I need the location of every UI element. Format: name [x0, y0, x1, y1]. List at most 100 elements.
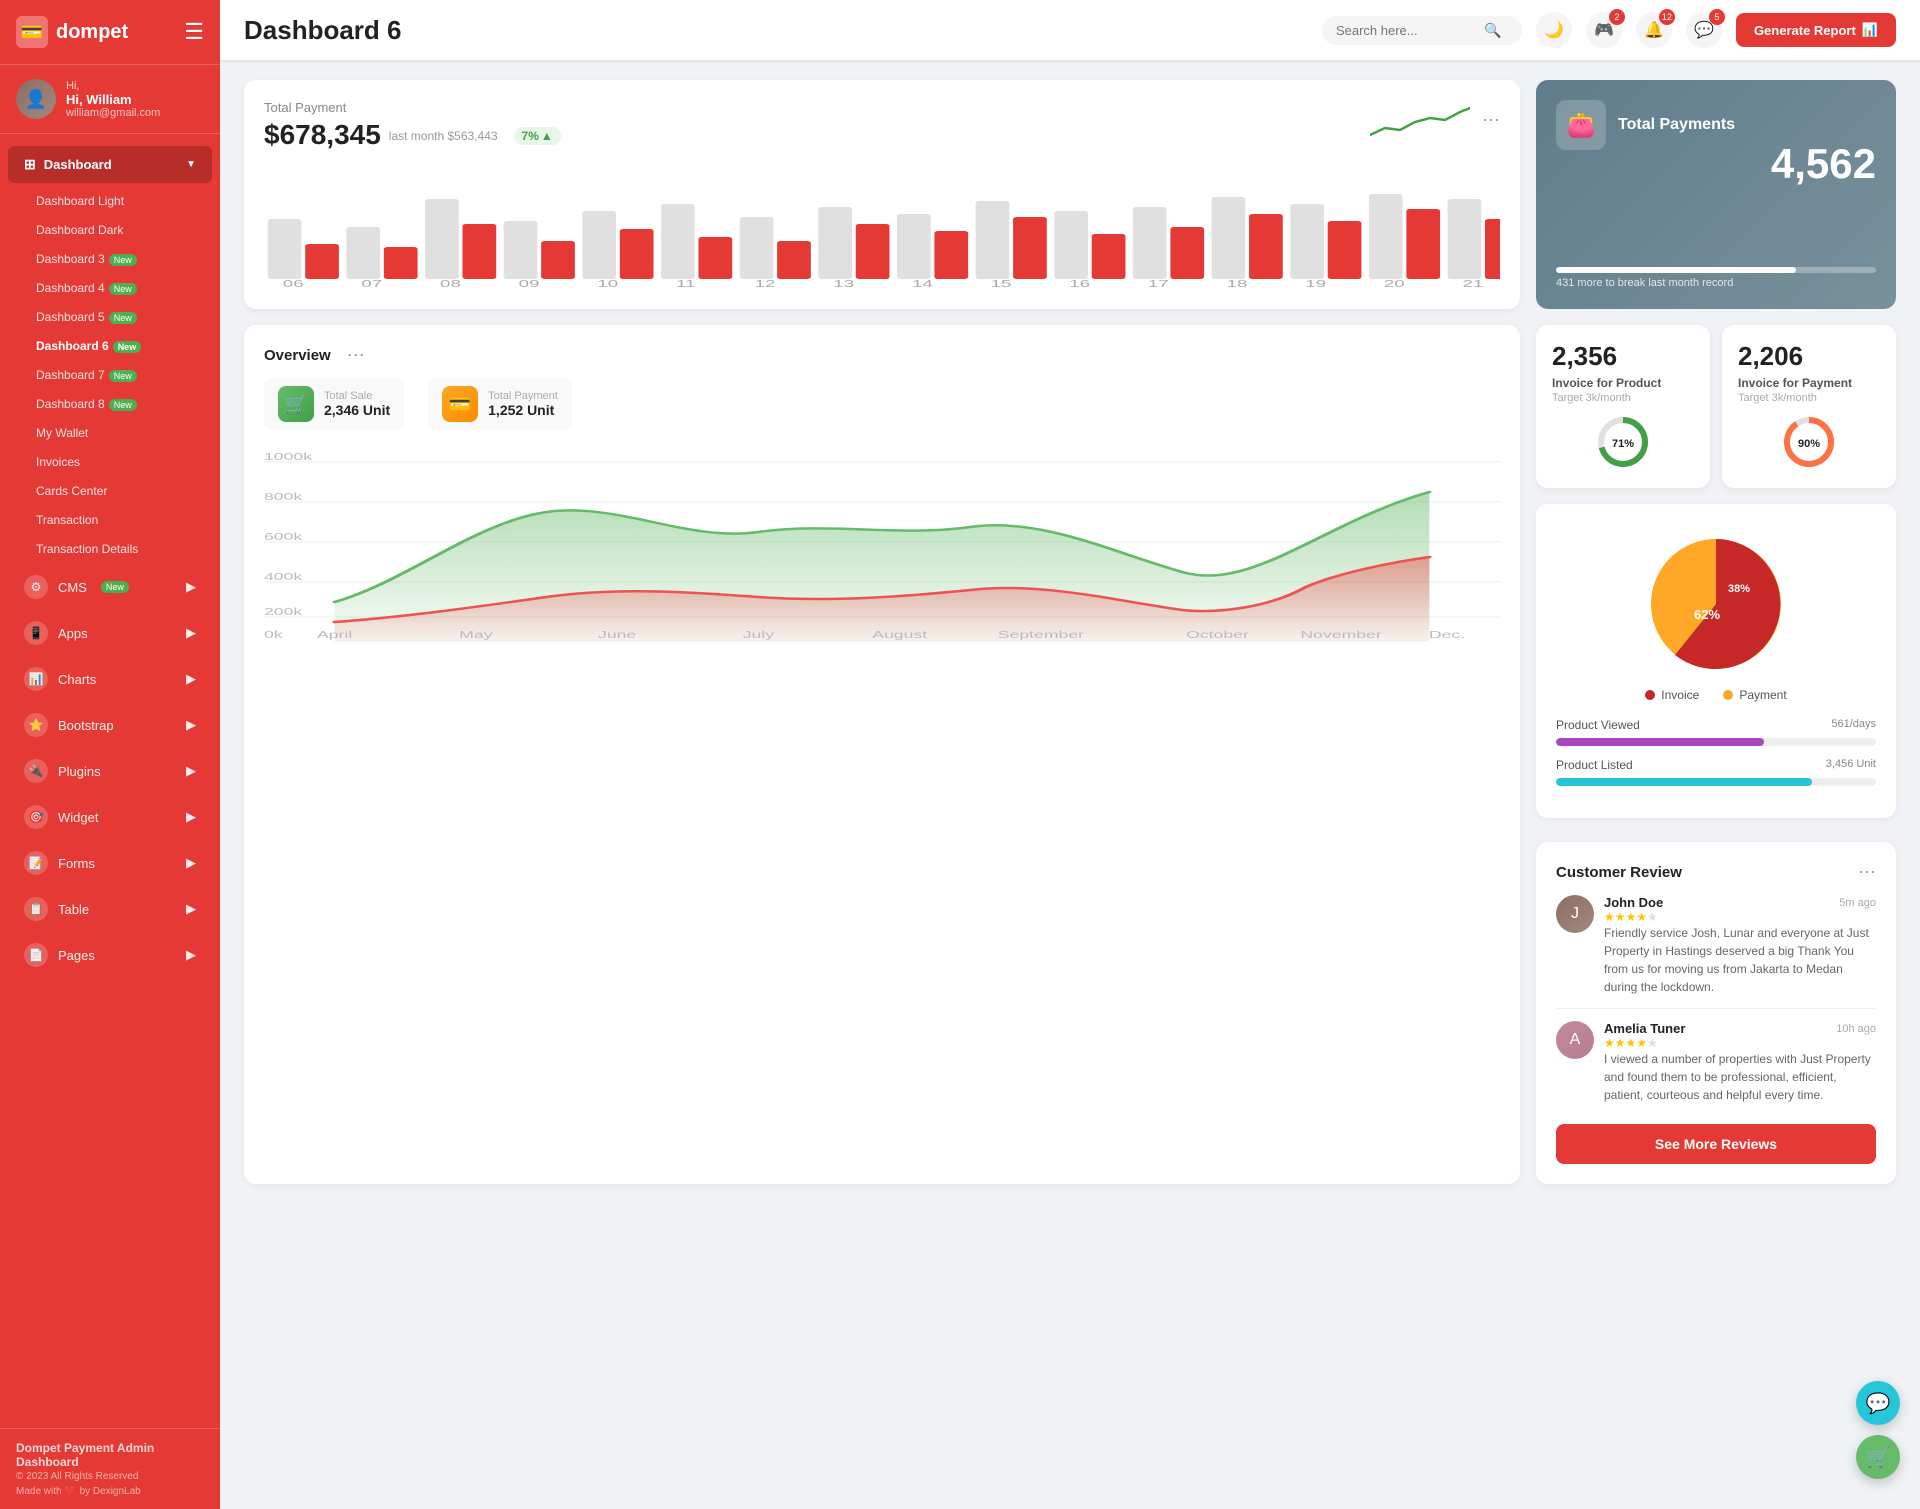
sidebar-item-transaction-details[interactable]: Transaction Details: [8, 535, 212, 563]
nav-item-table[interactable]: 📋 Table ▶: [8, 887, 212, 931]
sidebar-item-dashboard-5[interactable]: Dashboard 5New: [8, 303, 212, 331]
plugins-icon: 🔌: [24, 759, 48, 783]
invoice-payment-number: 2,206: [1738, 341, 1880, 372]
nav-item-cms[interactable]: ⚙ CMS New ▶: [8, 565, 212, 609]
total-payments-banner: 👛 Total Payments 4,562 431 more to break…: [1536, 80, 1896, 309]
amelia-stars: ★★★★★: [1604, 1036, 1876, 1050]
forms-icon: 📝: [24, 851, 48, 875]
svg-text:62%: 62%: [1694, 607, 1720, 622]
table-chevron: ▶: [186, 901, 196, 917]
total-sale-value: 2,346 Unit: [324, 402, 390, 418]
product-viewed-stat: Product Viewed 561/days: [1556, 718, 1876, 746]
user-email: william@gmail.com: [66, 107, 160, 119]
dashboard-chevron: ▼: [186, 159, 196, 170]
sidebar-item-dashboard-3[interactable]: Dashboard 3New: [8, 245, 212, 273]
nav-item-widget[interactable]: 🎯 Widget ▶: [8, 795, 212, 839]
svg-text:August: August: [872, 630, 927, 641]
payment-subtitle: last month $563,443: [389, 129, 498, 143]
svg-text:17: 17: [1148, 278, 1169, 289]
banner-big-number: 4,562: [1556, 140, 1876, 188]
review-title: Customer Review: [1556, 864, 1682, 881]
svg-text:November: November: [1300, 630, 1382, 641]
banner-progress-fill: [1556, 267, 1796, 273]
amelia-name: Amelia Tuner: [1604, 1021, 1685, 1036]
svg-text:200k: 200k: [264, 607, 303, 618]
svg-text:June: June: [598, 630, 636, 641]
invoice-product-label: Invoice for Product: [1552, 376, 1694, 390]
overview-title: Overview: [264, 347, 331, 364]
chat-float-button[interactable]: 💬: [1856, 1381, 1900, 1425]
sidebar-item-dashboard-7[interactable]: Dashboard 7New: [8, 361, 212, 389]
svg-text:18: 18: [1227, 278, 1248, 289]
nav-item-pages[interactable]: 📄 Pages ▶: [8, 933, 212, 977]
charts-chevron: ▶: [186, 671, 196, 687]
search-box[interactable]: 🔍: [1322, 16, 1522, 45]
product-listed-value: 3,456 Unit: [1826, 758, 1876, 772]
svg-text:14: 14: [912, 278, 933, 289]
sidebar-user: 👤 Hi, Hi, William william@gmail.com: [0, 65, 220, 134]
main: Dashboard 6 🔍 🌙 🎮 2 🔔 12 💬 5 Generate Re…: [220, 0, 1920, 1509]
area-chart: 1000k 800k 600k 400k 200k 0k April: [264, 442, 1500, 642]
svg-text:90%: 90%: [1798, 438, 1820, 450]
svg-text:600k: 600k: [264, 532, 303, 543]
john-name: John Doe: [1604, 895, 1663, 910]
nav-item-forms[interactable]: 📝 Forms ▶: [8, 841, 212, 885]
svg-text:October: October: [1186, 630, 1249, 641]
sidebar-item-invoices[interactable]: Invoices: [8, 448, 212, 476]
nav-item-bootstrap[interactable]: ⭐ Bootstrap ▶: [8, 703, 212, 747]
nav-section-dashboard[interactable]: ⊞ Dashboard ▼: [8, 146, 212, 183]
sidebar-item-dashboard-dark[interactable]: Dashboard Dark: [8, 216, 212, 244]
total-payment-title: Total Payment: [264, 100, 561, 115]
reviewer-amelia: A Amelia Tuner 10h ago ★★★★★ I viewed a …: [1556, 1021, 1876, 1104]
search-input[interactable]: [1336, 23, 1476, 38]
sidebar-item-dashboard-8[interactable]: Dashboard 8New: [8, 390, 212, 418]
nav-item-plugins[interactable]: 🔌 Plugins ▶: [8, 749, 212, 793]
svg-text:800k: 800k: [264, 492, 303, 503]
sidebar-item-my-wallet[interactable]: My Wallet: [8, 419, 212, 447]
sidebar-item-dashboard-6[interactable]: Dashboard 6New: [8, 332, 212, 360]
generate-report-button[interactable]: Generate Report 📊: [1736, 13, 1896, 47]
sidebar-item-dashboard-4[interactable]: Dashboard 4New: [8, 274, 212, 302]
table-icon: 📋: [24, 897, 48, 921]
svg-text:71%: 71%: [1612, 438, 1634, 450]
svg-text:08: 08: [440, 278, 461, 289]
overview-menu[interactable]: ⋯: [347, 345, 365, 366]
topbar-right: 🔍 🌙 🎮 2 🔔 12 💬 5 Generate Report 📊: [1322, 12, 1896, 48]
message-notification-button[interactable]: 💬 5: [1686, 12, 1722, 48]
invoices-row: 2,356 Invoice for Product Target 3k/mont…: [1536, 325, 1896, 488]
bar-chart: 06 07 08 09 10 11 12 13 14 15 16 17 18 1…: [264, 169, 1500, 289]
trend-badge: 7% ▲: [514, 127, 561, 145]
bootstrap-icon: ⭐: [24, 713, 48, 737]
apps-icon: 📱: [24, 621, 48, 645]
pages-icon: 📄: [24, 943, 48, 967]
pie-chart: 62% 38%: [1626, 524, 1806, 684]
hamburger-button[interactable]: ☰: [184, 19, 204, 45]
bar-chart-container: 06 07 08 09 10 11 12 13 14 15 16 17 18 1…: [264, 169, 1500, 289]
sidebar-item-cards-center[interactable]: Cards Center: [8, 477, 212, 505]
svg-text:19: 19: [1305, 278, 1326, 289]
theme-toggle-button[interactable]: 🌙: [1536, 12, 1572, 48]
sidebar: 💳 dompet ☰ 👤 Hi, Hi, William william@gma…: [0, 0, 220, 1509]
app-name: dompet: [56, 21, 128, 44]
svg-text:May: May: [459, 630, 493, 641]
games-notification-button[interactable]: 🎮 2: [1586, 12, 1622, 48]
cart-float-button[interactable]: 🛒: [1856, 1435, 1900, 1479]
invoice-payment-card: 2,206 Invoice for Payment Target 3k/mont…: [1722, 325, 1896, 488]
invoice-payment-label: Invoice for Payment: [1738, 376, 1880, 390]
grid-layout: Total Payment $678,345 last month $563,4…: [244, 80, 1896, 1184]
svg-text:400k: 400k: [264, 572, 303, 583]
total-payment-menu[interactable]: ⋯: [1482, 110, 1500, 131]
sidebar-logo: 💳 dompet: [16, 16, 128, 48]
bell-notification-button[interactable]: 🔔 12: [1636, 12, 1672, 48]
see-more-reviews-button[interactable]: See More Reviews: [1556, 1124, 1876, 1164]
wallet-logo-icon: 💳: [16, 16, 48, 48]
nav-item-charts[interactable]: 📊 Charts ▶: [8, 657, 212, 701]
product-viewed-value: 561/days: [1831, 718, 1876, 732]
cms-icon: ⚙: [24, 575, 48, 599]
nav-item-apps[interactable]: 📱 Apps ▶: [8, 611, 212, 655]
review-menu[interactable]: ⋯: [1858, 862, 1876, 883]
sidebar-item-transaction[interactable]: Transaction: [8, 506, 212, 534]
sidebar-footer: Dompet Payment Admin Dashboard © 2023 Al…: [0, 1428, 220, 1509]
sidebar-item-dashboard-light[interactable]: Dashboard Light: [8, 187, 212, 215]
legend-total-sale: 🛒 Total Sale 2,346 Unit: [264, 378, 404, 430]
